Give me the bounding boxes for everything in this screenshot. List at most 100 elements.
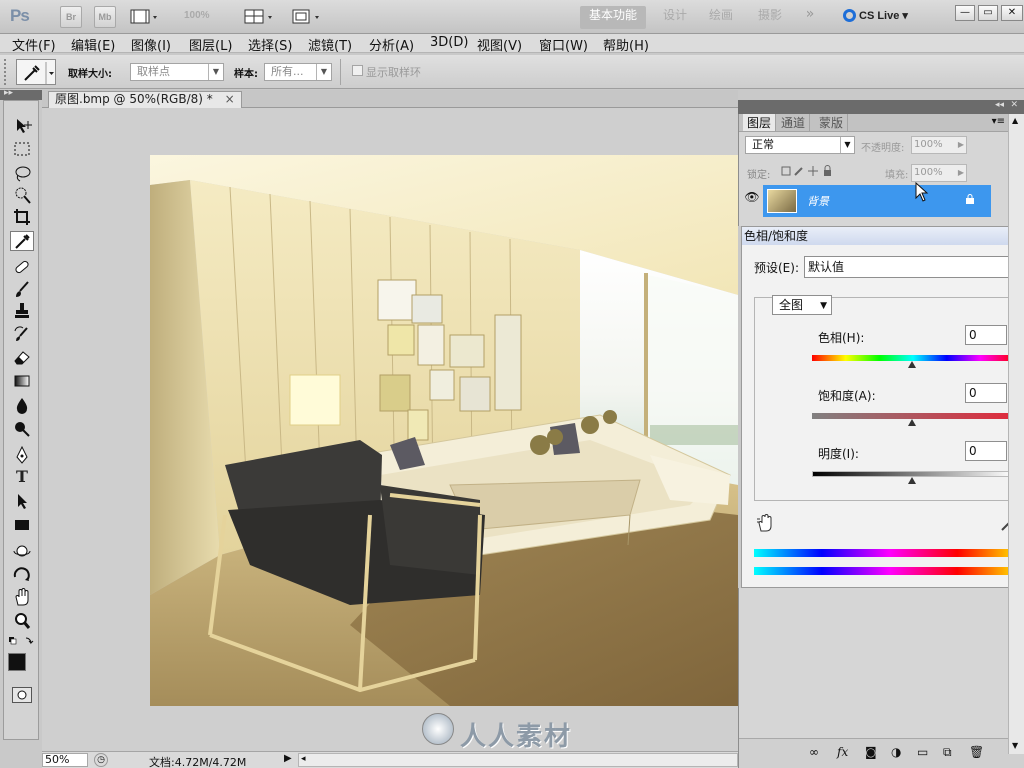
clone-stamp-tool-icon[interactable] bbox=[10, 301, 34, 321]
menu-filter[interactable]: 滤镜(T) bbox=[308, 35, 352, 54]
document-image[interactable] bbox=[150, 155, 738, 706]
menu-analysis[interactable]: 分析(A) bbox=[369, 35, 414, 54]
opacity-field[interactable]: 100% ▶ bbox=[911, 136, 967, 154]
lightness-slider-thumb[interactable] bbox=[908, 477, 916, 484]
mouse-cursor-icon bbox=[915, 181, 931, 204]
sample-select[interactable]: 所有... ▼ bbox=[264, 63, 332, 81]
tool-preset-picker[interactable] bbox=[16, 59, 56, 85]
menu-view[interactable]: 视图(V) bbox=[477, 35, 522, 54]
tab-layers[interactable]: 图层 bbox=[743, 114, 777, 131]
targeted-adjustment-hand-icon[interactable] bbox=[756, 513, 776, 533]
zoom-field[interactable]: 50% bbox=[42, 753, 88, 767]
history-brush-tool-icon[interactable] bbox=[10, 325, 34, 345]
zoom-tool-icon[interactable] bbox=[10, 611, 34, 631]
channel-select[interactable]: 全图 ▼ bbox=[772, 295, 832, 315]
3d-orbit-tool-icon[interactable] bbox=[10, 565, 34, 585]
lightness-field[interactable]: 0 bbox=[965, 441, 1007, 461]
status-menu-arrow-icon[interactable]: ▶ bbox=[284, 753, 292, 764]
workspace-photography[interactable]: 摄影 bbox=[755, 6, 785, 29]
menu-layer[interactable]: 图层(L) bbox=[189, 35, 232, 54]
blend-mode-select[interactable]: 正常 ▼ bbox=[745, 136, 855, 154]
fill-field[interactable]: 100% ▶ bbox=[911, 164, 967, 182]
horizontal-scrollbar[interactable]: ◂ bbox=[298, 753, 738, 767]
layer-style-fx-icon[interactable]: fx bbox=[837, 745, 848, 759]
show-ring-checkbox[interactable] bbox=[352, 65, 363, 76]
tab-masks[interactable]: 蒙版 bbox=[815, 114, 849, 131]
menu-edit[interactable]: 编辑(E) bbox=[71, 35, 115, 54]
new-layer-icon[interactable]: ⧉ bbox=[943, 745, 952, 760]
menu-help[interactable]: 帮助(H) bbox=[603, 35, 649, 54]
type-tool-icon[interactable]: T bbox=[10, 467, 34, 487]
shape-tool-icon[interactable] bbox=[10, 515, 34, 535]
extras-dropdown[interactable] bbox=[130, 8, 160, 26]
adjustment-layer-icon[interactable]: ◑ bbox=[891, 745, 901, 759]
sample-size-select[interactable]: 取样点 ▼ bbox=[130, 63, 224, 81]
hue-slider-thumb[interactable] bbox=[908, 361, 916, 368]
eraser-tool-icon[interactable] bbox=[10, 347, 34, 367]
menu-select[interactable]: 选择(S) bbox=[248, 35, 292, 54]
status-info-icon[interactable]: ◷ bbox=[94, 753, 108, 767]
workspace-painting[interactable]: 绘画 bbox=[706, 6, 736, 29]
lasso-tool-icon[interactable] bbox=[10, 163, 34, 183]
layer-thumbnail bbox=[767, 189, 797, 213]
saturation-slider-thumb[interactable] bbox=[908, 419, 916, 426]
fill-arrow-icon[interactable]: ▶ bbox=[958, 165, 964, 181]
collapse-icon[interactable]: ▸▸ bbox=[4, 88, 13, 98]
layer-row-background[interactable]: 背景 bbox=[763, 185, 991, 217]
quick-mask-icon[interactable] bbox=[12, 687, 32, 703]
eyedropper-tool-icon[interactable] bbox=[10, 231, 34, 251]
screen-mode-dropdown[interactable] bbox=[291, 8, 323, 26]
scroll-left-icon[interactable]: ◂ bbox=[301, 754, 306, 764]
opacity-arrow-icon[interactable]: ▶ bbox=[958, 137, 964, 153]
close-button[interactable]: ✕ bbox=[1001, 5, 1023, 21]
blend-mode-value: 正常 bbox=[752, 138, 774, 151]
hue-field[interactable]: 0 bbox=[965, 325, 1007, 345]
scroll-up-icon[interactable]: ▲ bbox=[1012, 116, 1018, 125]
dodge-tool-icon[interactable] bbox=[10, 419, 34, 439]
delete-layer-icon[interactable]: 🗑 bbox=[969, 745, 984, 759]
preset-select[interactable]: 默认值 bbox=[804, 256, 1024, 278]
move-tool-icon[interactable] bbox=[10, 115, 34, 135]
path-selection-tool-icon[interactable] bbox=[10, 491, 34, 511]
bridge-button[interactable]: Br bbox=[60, 6, 82, 28]
cs-live-button[interactable]: CS Live ▾ bbox=[843, 9, 908, 22]
mini-bridge-button[interactable]: Mb bbox=[94, 6, 116, 28]
scroll-down-icon[interactable]: ▼ bbox=[1012, 741, 1018, 750]
workspace-more-button[interactable]: » bbox=[800, 6, 820, 29]
brush-tool-icon[interactable] bbox=[10, 279, 34, 299]
close-panels-icon[interactable]: ✕ bbox=[1010, 100, 1018, 110]
link-layers-icon[interactable]: ∞ bbox=[809, 745, 819, 759]
zoom-level-dropdown[interactable]: 100% bbox=[184, 10, 210, 21]
spot-healing-tool-icon[interactable] bbox=[10, 257, 34, 277]
document-tab[interactable]: 原图.bmp @ 50%(RGB/8) * × bbox=[48, 91, 242, 108]
marquee-tool-icon[interactable] bbox=[10, 139, 34, 159]
pen-tool-icon[interactable] bbox=[10, 445, 34, 465]
canvas-area[interactable]: 人人素材 bbox=[42, 108, 738, 752]
panel-vertical-scrollbar[interactable]: ▲ ▼ bbox=[1008, 114, 1024, 754]
saturation-field[interactable]: 0 bbox=[965, 383, 1007, 403]
menu-3d[interactable]: 3D(D) bbox=[430, 35, 468, 50]
hand-tool-icon[interactable] bbox=[10, 587, 34, 607]
tab-channels[interactable]: 通道 bbox=[777, 114, 811, 131]
blur-tool-icon[interactable] bbox=[10, 395, 34, 415]
menu-window[interactable]: 窗口(W) bbox=[539, 35, 588, 54]
menu-file[interactable]: 文件(F) bbox=[12, 35, 56, 54]
add-mask-icon[interactable]: ◙ bbox=[865, 745, 877, 759]
swap-colors-icon[interactable] bbox=[8, 635, 36, 649]
workspace-design[interactable]: 设计 bbox=[660, 6, 690, 29]
quick-selection-tool-icon[interactable] bbox=[10, 185, 34, 205]
eye-visibility-icon[interactable]: 👁 bbox=[743, 190, 761, 208]
minimize-button[interactable]: — bbox=[955, 5, 975, 21]
workspace-essentials[interactable]: 基本功能 bbox=[580, 6, 646, 29]
close-tab-icon[interactable]: × bbox=[225, 92, 235, 106]
menu-image[interactable]: 图像(I) bbox=[131, 35, 171, 54]
crop-tool-icon[interactable] bbox=[10, 207, 34, 227]
restore-button[interactable]: ▭ bbox=[978, 5, 998, 21]
arrange-documents-dropdown[interactable] bbox=[244, 8, 276, 26]
collapse-panels-icon[interactable]: ◂◂ bbox=[995, 100, 1004, 110]
3d-rotate-tool-icon[interactable] bbox=[10, 541, 34, 561]
gradient-tool-icon[interactable] bbox=[10, 371, 34, 391]
panel-menu-icon[interactable]: ▾≡ bbox=[992, 116, 1005, 127]
new-group-icon[interactable]: ▭ bbox=[917, 745, 928, 759]
foreground-color-swatch[interactable] bbox=[8, 653, 26, 671]
